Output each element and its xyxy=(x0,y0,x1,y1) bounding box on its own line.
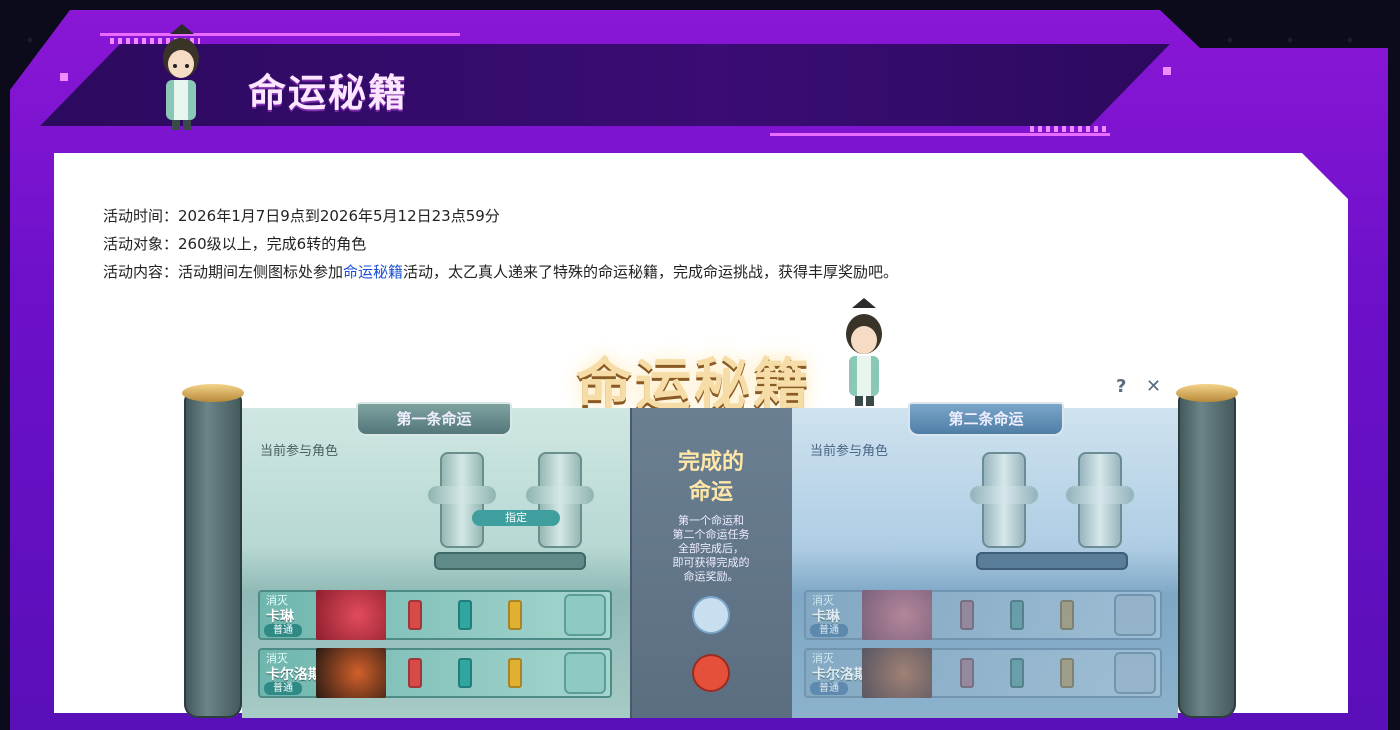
game-mascot-icon xyxy=(846,298,882,406)
info-target-label: 活动对象： xyxy=(103,235,179,253)
potion-red-icon xyxy=(408,600,422,630)
scroll-right xyxy=(1176,384,1238,718)
role-name-slot xyxy=(434,552,586,570)
mission-grade: 普通 xyxy=(810,624,848,637)
mission-name: 卡琳 xyxy=(812,609,840,625)
role-name-slot xyxy=(976,552,1128,570)
decorative-dots xyxy=(1030,126,1110,132)
completed-fate-description: 第一个命运和 第二个命运任务 全部完成后， 即可获得完成的 命运奖励。 xyxy=(672,514,750,583)
potion-teal-icon xyxy=(458,658,472,688)
potion-yellow-icon xyxy=(1060,658,1074,688)
boss-portrait-icon xyxy=(862,590,932,640)
tab-first-fate[interactable]: 第一条命运 xyxy=(356,402,512,436)
info-content: 活动内容：活动期间左侧图标处参加命运秘籍活动，太乙真人递来了特殊的命运秘籍，完成… xyxy=(103,261,898,282)
potion-yellow-icon xyxy=(1060,600,1074,630)
info-time: 活动时间：2026年1月7日9点到2026年5月12日23点59分 xyxy=(103,205,500,226)
reward-icon[interactable] xyxy=(564,652,606,694)
decorative-square xyxy=(60,73,68,81)
event-screenshot: 命运秘籍 ? ✕ 第一条命运 第二条命运 当前参与角色 当前参与角色 指定 完成… xyxy=(182,296,1238,718)
potion-red-icon xyxy=(408,658,422,688)
info-time-value: 2026年1月7日9点到2026年5月12日23点59分 xyxy=(178,207,500,225)
mission-grade: 普通 xyxy=(264,624,302,637)
event-link[interactable]: 命运秘籍 xyxy=(343,263,403,281)
reward-icon[interactable] xyxy=(564,594,606,636)
pillar-icon xyxy=(428,452,496,548)
hourglass-icon xyxy=(694,598,728,632)
info-content-before: 活动期间左侧图标处参加 xyxy=(178,263,344,281)
completed-fate-title-line1: 完成的 xyxy=(677,450,744,475)
info-content-label: 活动内容： xyxy=(103,263,179,281)
scroll-cap xyxy=(182,384,244,402)
pillar-icon xyxy=(1066,452,1134,548)
scroll-cap xyxy=(1176,384,1238,402)
boss-portrait-icon xyxy=(316,590,386,640)
mission-name: 卡尔洛斯 xyxy=(266,667,322,683)
boss-portrait-icon xyxy=(316,648,386,698)
potion-red-icon xyxy=(960,658,974,688)
potion-teal-icon xyxy=(1010,658,1024,688)
potion-teal-icon xyxy=(1010,600,1024,630)
mission-row[interactable]: 消灭 卡尔洛斯 普通 xyxy=(258,648,612,698)
current-role-label: 当前参与角色 xyxy=(260,444,339,459)
mission-name: 卡琳 xyxy=(266,609,294,625)
mission-row[interactable]: 消灭 卡尔洛斯 普通 xyxy=(804,648,1162,698)
potion-red-icon xyxy=(960,600,974,630)
mission-row[interactable]: 消灭 卡琳 普通 xyxy=(258,590,612,640)
page-title: 命运秘籍 xyxy=(248,71,409,115)
decorative-square xyxy=(1163,67,1171,75)
info-time-label: 活动时间： xyxy=(103,207,179,225)
completed-fate-title-line2: 命运 xyxy=(688,480,733,505)
potion-teal-icon xyxy=(458,600,472,630)
pillar-icon xyxy=(970,452,1038,548)
potion-yellow-icon xyxy=(508,600,522,630)
potion-yellow-icon xyxy=(508,658,522,688)
reward-icon[interactable] xyxy=(1114,652,1156,694)
mission-grade: 普通 xyxy=(264,682,302,695)
info-content-after: 活动，太乙真人递来了特殊的命运秘籍，完成命运挑战，获得丰厚奖励吧。 xyxy=(403,263,899,281)
info-target: 活动对象：260级以上，完成6转的角色 xyxy=(103,233,366,254)
mission-row[interactable]: 消灭 卡琳 普通 xyxy=(804,590,1162,640)
scroll-left xyxy=(182,384,244,718)
current-role-label: 当前参与角色 xyxy=(810,444,889,459)
pillar-icon xyxy=(526,452,594,548)
mission-name: 卡尔洛斯 xyxy=(812,667,868,683)
tab-second-fate[interactable]: 第二条命运 xyxy=(908,402,1064,436)
assign-button[interactable]: 指定 xyxy=(472,510,560,526)
mission-grade: 普通 xyxy=(810,682,848,695)
completed-fate-title: 完成的 命运 xyxy=(630,448,792,508)
boss-portrait-icon xyxy=(862,648,932,698)
close-icon[interactable]: ✕ xyxy=(1146,376,1161,397)
decorative-line xyxy=(770,133,1110,136)
reward-icon[interactable] xyxy=(1114,594,1156,636)
mascot-character-icon xyxy=(163,24,199,130)
help-icon[interactable]: ? xyxy=(1116,376,1126,397)
info-target-value: 260级以上，完成6转的角色 xyxy=(178,235,367,253)
mask-icon xyxy=(694,656,728,690)
